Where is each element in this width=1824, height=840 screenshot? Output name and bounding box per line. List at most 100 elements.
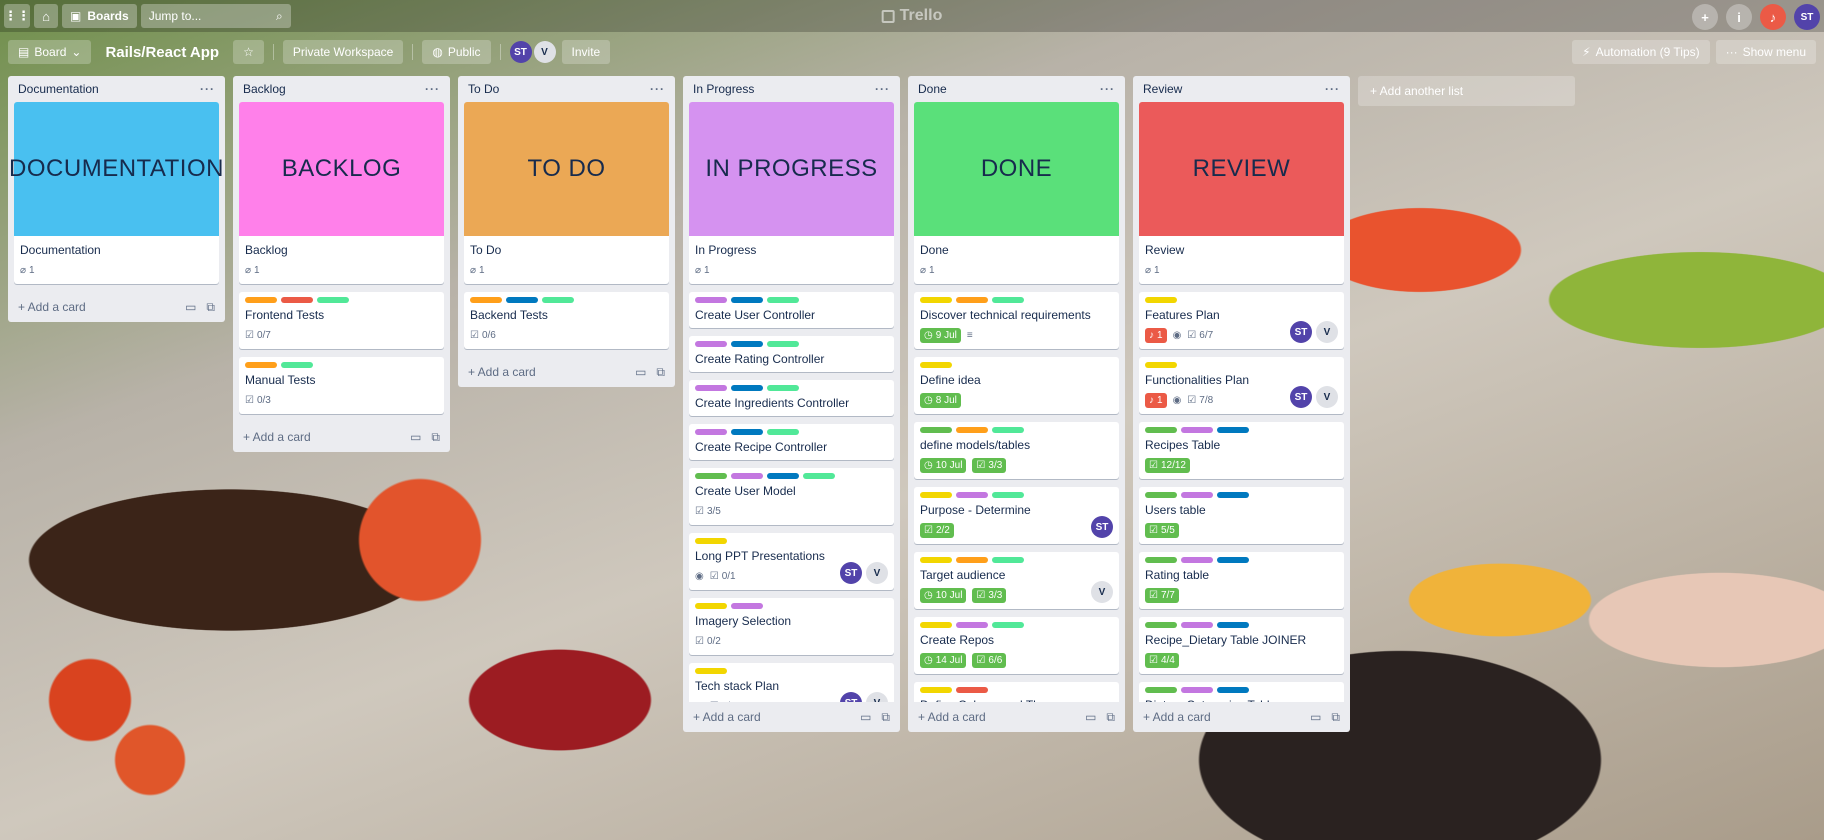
list-header[interactable]: Documentation ··· — [8, 76, 225, 102]
add-card-button[interactable]: + Add a card — [243, 430, 311, 444]
trello-logo[interactable]: Trello — [881, 7, 942, 25]
card-label[interactable] — [731, 429, 763, 435]
due-date-badge[interactable]: ◷ 14 Jul — [920, 652, 967, 668]
list-title[interactable]: To Do — [468, 82, 499, 96]
card-label[interactable] — [992, 492, 1024, 498]
card[interactable]: Create Rating Controller — [689, 336, 894, 372]
card-label[interactable] — [767, 473, 799, 479]
card-label[interactable] — [542, 297, 574, 303]
add-card-button[interactable]: + Add a card — [1143, 710, 1211, 724]
card-label[interactable] — [695, 668, 727, 674]
card[interactable]: DOCUMENTATION Documentation ⌀ 1 — [9, 102, 223, 284]
card[interactable]: define models/tables ◷ 10 Jul ☑ 3/3 — [914, 422, 1119, 479]
board-title[interactable]: Rails/React App — [97, 44, 227, 61]
card-label[interactable] — [470, 297, 502, 303]
card[interactable]: BACKLOG Backlog ⌀ 1 — [239, 102, 444, 284]
apps-icon[interactable]: ⋮⋮ — [4, 4, 30, 28]
card-template-icon[interactable]: ⧉ — [206, 300, 215, 315]
card-label[interactable] — [1181, 622, 1213, 628]
card[interactable]: Create Ingredients Controller — [689, 380, 894, 416]
card-label[interactable] — [1217, 622, 1249, 628]
add-card-button[interactable]: + Add a card — [918, 710, 986, 724]
card-label[interactable] — [956, 297, 988, 303]
card-label[interactable] — [920, 492, 952, 498]
card[interactable]: Purpose - Determine ☑ 2/2 ST — [914, 487, 1119, 544]
card-label[interactable] — [1217, 427, 1249, 433]
list-title[interactable]: Documentation — [18, 82, 99, 96]
card-label[interactable] — [956, 622, 988, 628]
list-menu-icon[interactable]: ··· — [875, 82, 890, 96]
card-label[interactable] — [767, 297, 799, 303]
card-label[interactable] — [956, 557, 988, 563]
search-input[interactable]: Jump to... ⌕ — [140, 4, 291, 28]
card-label[interactable] — [731, 341, 763, 347]
create-icon[interactable]: + — [1692, 4, 1718, 30]
add-card-button[interactable]: + Add a card — [18, 300, 86, 314]
card-label[interactable] — [956, 492, 988, 498]
card-template-icon[interactable]: ⧉ — [881, 710, 890, 725]
due-date-badge[interactable]: ◷ 10 Jul — [920, 587, 967, 603]
card-label[interactable] — [281, 362, 313, 368]
card[interactable]: Recipe_Dietary Table JOINER ☑ 4/4 — [1139, 617, 1344, 674]
card[interactable]: Features Plan ♪ 1 ◉ ☑ 6/7 ST V — [1139, 292, 1344, 349]
card[interactable]: Tech stack Plan◉☑7/11STV — [689, 663, 894, 702]
member-avatar[interactable]: ST — [1290, 386, 1312, 408]
list-title[interactable]: Backlog — [243, 82, 286, 96]
card-label[interactable] — [920, 427, 952, 433]
card-label[interactable] — [695, 538, 727, 544]
template-icon[interactable]: ▭ — [1085, 710, 1096, 725]
card-template-icon[interactable]: ⧉ — [656, 365, 665, 380]
notification-icon[interactable]: ♪ — [1760, 4, 1786, 30]
card-label[interactable] — [803, 473, 835, 479]
visibility-button[interactable]: ◍ Public — [422, 40, 491, 64]
member-avatar[interactable]: ST — [840, 562, 862, 584]
template-icon[interactable]: ▭ — [1310, 710, 1321, 725]
card-label[interactable] — [1217, 687, 1249, 693]
card[interactable]: IN PROGRESS In Progress ⌀ 1 — [689, 102, 894, 284]
card[interactable]: Define idea ◷ 8 Jul — [914, 357, 1119, 414]
template-icon[interactable]: ▭ — [185, 300, 196, 315]
card-label[interactable] — [506, 297, 538, 303]
card[interactable]: Frontend Tests ☑ 0/7 — [239, 292, 444, 349]
card-label[interactable] — [281, 297, 313, 303]
card-template-icon[interactable]: ⧉ — [1331, 710, 1340, 725]
card-label[interactable] — [1217, 557, 1249, 563]
card-label[interactable] — [695, 603, 727, 609]
card[interactable]: REVIEW Review ⌀ 1 — [1139, 102, 1344, 284]
card-label[interactable] — [956, 427, 988, 433]
card-label[interactable] — [1181, 557, 1213, 563]
card-label[interactable] — [1145, 622, 1177, 628]
card-label[interactable] — [992, 297, 1024, 303]
card[interactable]: Discover technical requirements ◷ 9 Jul ≡ — [914, 292, 1119, 349]
boards-button[interactable]: ▣ Boards — [62, 4, 137, 28]
list-menu-icon[interactable]: ··· — [425, 82, 440, 96]
card-label[interactable] — [920, 362, 952, 368]
add-list-button[interactable]: + Add another list — [1358, 76, 1575, 106]
card-label[interactable] — [920, 557, 952, 563]
user-avatar[interactable]: ST — [1794, 4, 1820, 30]
card-label[interactable] — [992, 557, 1024, 563]
card-label[interactable] — [956, 687, 988, 693]
list-title[interactable]: Review — [1143, 82, 1182, 96]
list-menu-icon[interactable]: ··· — [200, 82, 215, 96]
card-label[interactable] — [1145, 297, 1177, 303]
member-avatar[interactable]: V — [1316, 321, 1338, 343]
due-date-badge[interactable]: ◷ 10 Jul — [920, 457, 967, 473]
card-label[interactable] — [1181, 492, 1213, 498]
due-date-badge[interactable]: ◷ 9 Jul — [920, 327, 961, 343]
info-icon[interactable]: i — [1726, 4, 1752, 30]
list-header[interactable]: In Progress ··· — [683, 76, 900, 102]
invite-button[interactable]: Invite — [561, 40, 611, 64]
card[interactable]: Create Recipe Controller — [689, 424, 894, 460]
card-label[interactable] — [317, 297, 349, 303]
card[interactable]: Backend Tests ☑ 0/6 — [464, 292, 669, 349]
member-avatar[interactable]: ST — [1290, 321, 1312, 343]
card-label[interactable] — [920, 297, 952, 303]
add-card-button[interactable]: + Add a card — [468, 365, 536, 379]
card[interactable]: Imagery Selection ☑ 0/2 — [689, 598, 894, 655]
board-view-switcher[interactable]: ▤ Board ⌄ — [8, 40, 92, 64]
card[interactable]: DONE Done ⌀ 1 — [914, 102, 1119, 284]
card-label[interactable] — [1145, 557, 1177, 563]
list-title[interactable]: Done — [918, 82, 947, 96]
member-avatar[interactable]: ST — [840, 692, 862, 702]
